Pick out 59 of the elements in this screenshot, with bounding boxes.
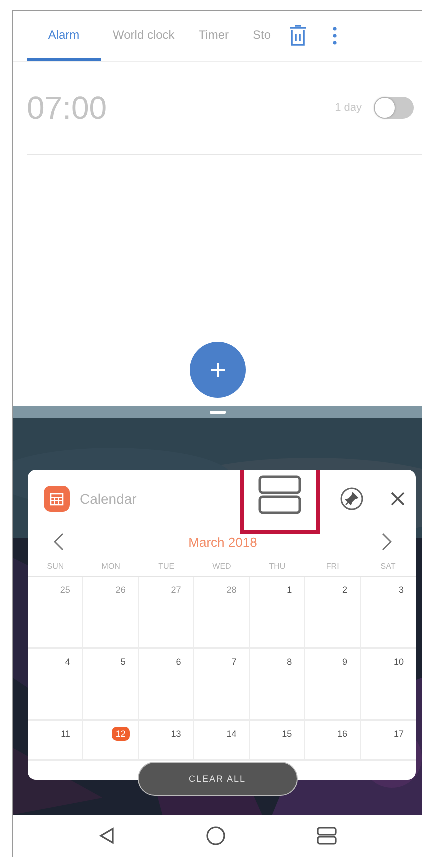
day-cell[interactable]: 6: [138, 649, 194, 721]
day-cell[interactable]: 4: [28, 649, 84, 721]
calendar-icon: [44, 486, 70, 512]
day-number: 13: [170, 728, 182, 741]
next-icon[interactable]: [382, 533, 392, 551]
alarm-switch[interactable]: [374, 97, 414, 119]
weekday-label: MON: [100, 562, 122, 570]
day-cell[interactable]: 16: [305, 721, 361, 761]
day-number: 6: [175, 656, 182, 669]
day-number: 10: [392, 656, 405, 669]
popup-title: Calendar: [80, 491, 138, 507]
weekday-label: WED: [212, 562, 232, 570]
day-number: 16: [336, 728, 349, 741]
day-number: 3: [398, 584, 405, 597]
day-number: 9: [342, 656, 349, 669]
day-number: 11: [60, 728, 72, 741]
day-cell[interactable]: 1: [250, 577, 306, 649]
weekday-label: FRI: [325, 562, 340, 570]
delete-button[interactable]: [289, 25, 308, 47]
weekday-label: TUE: [158, 562, 176, 570]
back-icon[interactable]: [98, 827, 116, 845]
day-number: 27: [170, 584, 182, 597]
day-number: 25: [59, 584, 72, 597]
day-cell[interactable]: 17: [360, 721, 416, 761]
plus-icon: [208, 361, 226, 379]
close-icon[interactable]: [390, 491, 406, 507]
day-number: 2: [342, 584, 349, 597]
split-view-icon[interactable]: [258, 475, 302, 515]
more-icon[interactable]: [333, 27, 338, 45]
day-cell[interactable]: 7: [194, 649, 250, 721]
day-number: 14: [226, 728, 238, 741]
day-number: 15: [281, 728, 294, 741]
today-marker: 12: [112, 727, 130, 741]
day-number: 26: [114, 584, 127, 597]
alarm-time: 07:00: [27, 90, 108, 126]
weekday-label: SUN: [46, 562, 66, 570]
day-cell[interactable]: 3: [360, 577, 416, 649]
day-cell[interactable]: 11: [28, 721, 84, 761]
day-number: 4: [64, 656, 72, 669]
day-cell[interactable]: 8: [250, 649, 306, 721]
weekday-label: THU: [268, 562, 287, 570]
pin-icon[interactable]: [340, 487, 364, 511]
day-cell[interactable]: 9: [305, 649, 361, 721]
tab[interactable]: Alarm: [27, 11, 101, 61]
day-number: 8: [286, 656, 294, 669]
day-number: 7: [230, 656, 238, 669]
day-cell[interactable]: 10: [360, 649, 416, 721]
day-cell[interactable]: 5: [83, 649, 139, 721]
day-number: 1: [286, 584, 294, 597]
clear-all-button[interactable]: CLEAR ALL: [138, 762, 298, 796]
month-title: March 2018: [188, 534, 258, 550]
home-icon[interactable]: [206, 826, 226, 846]
day-number: 5: [120, 656, 127, 669]
day-cell[interactable]: 2: [305, 577, 361, 649]
weekday-label: SAT: [380, 562, 397, 570]
day-number: 28: [226, 584, 238, 597]
recent-apps-icon[interactable]: [316, 827, 337, 845]
day-number: 17: [392, 728, 405, 741]
previous-icon[interactable]: [54, 533, 64, 551]
